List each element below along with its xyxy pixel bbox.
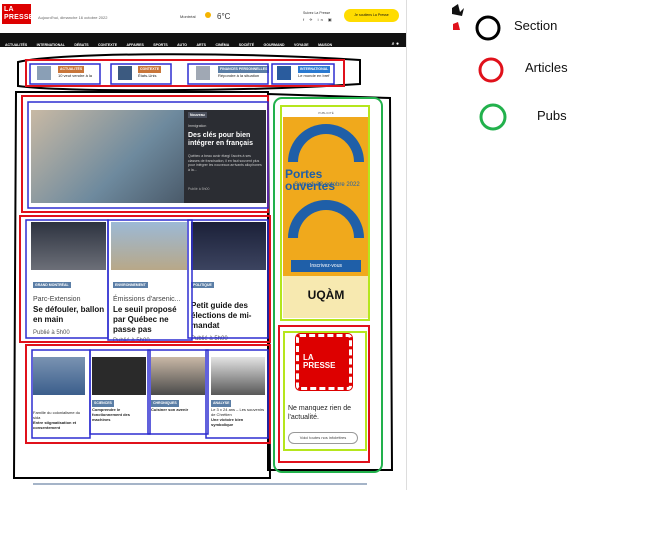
articles-box-cards [19, 215, 271, 343]
articles-box-feature [21, 95, 269, 213]
annotated-screenshot: LA PRESSE Aujourd'hui, dimanche 16 octob… [0, 0, 651, 560]
section-box-side [267, 92, 394, 471]
legend-articles-circle [478, 57, 504, 83]
section-box-main [12, 91, 272, 479]
legend-articles-label: Articles [525, 60, 568, 75]
legend-pubs-label: Pubs [537, 108, 567, 123]
legend-section-circle [475, 15, 501, 41]
legend-section-label: Section [514, 18, 558, 33]
annotation-layer [12, 4, 507, 479]
legend-mark-black [452, 4, 464, 16]
legend-pubs-circle [479, 103, 507, 131]
legend-mark-red [453, 22, 460, 30]
